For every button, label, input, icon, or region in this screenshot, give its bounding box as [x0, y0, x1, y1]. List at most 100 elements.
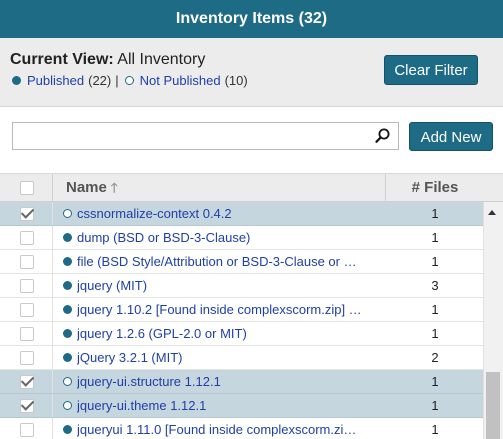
file-count: 1	[431, 374, 439, 389]
search-icon[interactable]	[374, 127, 392, 145]
item-name-link[interactable]: jqueryui 1.11.0 [Found inside complexsco…	[77, 418, 356, 439]
search-input[interactable]	[17, 126, 366, 148]
published-dot-icon	[63, 329, 72, 338]
not-published-dot-icon	[63, 401, 72, 410]
inventory-title: Inventory Items (32)	[0, 0, 503, 38]
file-count: 1	[431, 206, 439, 221]
row-divider	[52, 226, 53, 249]
file-count: 1	[431, 398, 439, 413]
name-cell: jquery-ui.structure 1.12.1	[63, 370, 383, 393]
row-checkbox[interactable]	[20, 423, 34, 437]
row-divider	[52, 322, 53, 345]
scroll-thumb[interactable]	[486, 372, 500, 439]
row-divider	[52, 202, 53, 225]
row-divider	[52, 250, 53, 273]
search-box	[12, 122, 399, 150]
current-view: Current View: All Inventory	[10, 51, 205, 69]
status-legend: Published (22) | Not Published (10)	[12, 73, 248, 88]
file-count: 2	[431, 350, 439, 365]
file-count: 1	[431, 326, 439, 341]
name-cell: jquery-ui.theme 1.12.1	[63, 394, 383, 417]
table-row[interactable]: jQuery 3.2.1 (MIT) 2	[0, 346, 483, 370]
table-row[interactable]: jquery-ui.structure 1.12.1 1	[0, 370, 483, 394]
scroll-up-arrow-icon[interactable]	[488, 210, 496, 215]
row-checkbox[interactable]	[20, 351, 34, 365]
name-cell: jqueryui 1.11.0 [Found inside complexsco…	[63, 418, 383, 439]
current-view-value: All Inventory	[117, 51, 206, 68]
filter-panel: Current View: All Inventory Published (2…	[0, 38, 503, 107]
item-name-link[interactable]: jQuery 3.2.1 (MIT)	[77, 346, 182, 369]
row-checkbox[interactable]	[20, 207, 34, 221]
row-checkbox[interactable]	[20, 399, 34, 413]
file-count: 1	[431, 230, 439, 245]
published-dot-icon	[63, 281, 72, 290]
item-name-link[interactable]: file (BSD Style/Attribution or BSD-3-Cla…	[77, 250, 357, 273]
not-published-dot-icon	[63, 209, 72, 218]
published-dot-icon	[63, 425, 72, 434]
item-name-link[interactable]: jquery-ui.structure 1.12.1	[77, 370, 221, 393]
row-divider	[52, 394, 53, 417]
row-divider	[52, 298, 53, 321]
clear-filter-button[interactable]: Clear Filter	[384, 55, 478, 85]
published-dot-icon	[63, 353, 72, 362]
sort-up-arrow-icon: 🡑	[110, 180, 118, 195]
legend-separator: |	[115, 73, 119, 88]
row-checkbox[interactable]	[20, 303, 34, 317]
row-divider	[52, 346, 53, 369]
published-dot-icon	[63, 257, 72, 266]
name-cell: jquery (MIT)	[63, 274, 383, 297]
name-column-header[interactable]: Name 🡑	[66, 174, 118, 202]
published-dot-icon	[63, 233, 72, 242]
row-divider	[52, 370, 53, 393]
inventory-grid: Name 🡑 # Files cssnormalize-context 0.4.2…	[0, 173, 503, 439]
file-count: 1	[431, 302, 439, 317]
current-view-label: Current View:	[10, 51, 114, 68]
header-divider	[52, 174, 53, 202]
table-row[interactable]: jquery-ui.theme 1.12.1 1	[0, 394, 483, 418]
published-filter-link[interactable]: Published	[27, 73, 84, 88]
grid-rows: cssnormalize-context 0.4.2 1 dump (BSD or …	[0, 202, 483, 439]
not-published-filter-link[interactable]: Not Published	[140, 73, 221, 88]
select-all-checkbox[interactable]	[20, 181, 34, 195]
table-row[interactable]: jquery 1.2.6 (GPL-2.0 or MIT) 1	[0, 322, 483, 346]
not-published-dot-icon	[63, 377, 72, 386]
file-count: 1	[431, 254, 439, 269]
grid-header: Name 🡑 # Files	[0, 173, 503, 202]
row-checkbox[interactable]	[20, 327, 34, 341]
file-count: 1	[431, 422, 439, 437]
vertical-scrollbar[interactable]	[483, 202, 503, 439]
published-dot-icon	[12, 76, 21, 85]
row-checkbox[interactable]	[20, 231, 34, 245]
table-row[interactable]: file (BSD Style/Attribution or BSD-3-Cla…	[0, 250, 483, 274]
name-cell: jquery 1.2.6 (GPL-2.0 or MIT)	[63, 322, 383, 345]
row-divider	[52, 274, 53, 297]
table-row[interactable]: jqueryui 1.11.0 [Found inside complexsco…	[0, 418, 483, 439]
item-name-link[interactable]: jquery (MIT)	[77, 274, 147, 297]
row-checkbox[interactable]	[20, 375, 34, 389]
not-published-dot-icon	[124, 76, 134, 85]
name-cell: jquery 1.10.2 [Found inside complexscorm…	[63, 298, 383, 321]
not-published-count: (10)	[224, 73, 248, 88]
table-row[interactable]: dump (BSD or BSD-3-Clause) 1	[0, 226, 483, 250]
item-name-link[interactable]: cssnormalize-context 0.4.2	[77, 202, 232, 225]
add-new-button[interactable]: Add New	[409, 122, 493, 151]
item-name-link[interactable]: jquery-ui.theme 1.12.1	[77, 394, 206, 417]
item-name-link[interactable]: jquery 1.10.2 [Found inside complexscorm…	[77, 298, 362, 321]
name-cell: cssnormalize-context 0.4.2	[63, 202, 383, 225]
file-count: 3	[431, 278, 439, 293]
name-cell: jQuery 3.2.1 (MIT)	[63, 346, 383, 369]
published-count: (22)	[88, 73, 112, 88]
table-row[interactable]: jquery 1.10.2 [Found inside complexscorm…	[0, 298, 483, 322]
item-name-link[interactable]: jquery 1.2.6 (GPL-2.0 or MIT)	[77, 322, 247, 345]
row-checkbox[interactable]	[20, 255, 34, 269]
row-checkbox[interactable]	[20, 279, 34, 293]
published-dot-icon	[63, 305, 72, 314]
files-column-header[interactable]: # Files	[385, 174, 485, 202]
name-cell: dump (BSD or BSD-3-Clause)	[63, 226, 383, 249]
item-name-link[interactable]: dump (BSD or BSD-3-Clause)	[77, 226, 250, 249]
table-row[interactable]: cssnormalize-context 0.4.2 1	[0, 202, 483, 226]
row-divider	[52, 418, 53, 439]
table-row[interactable]: jquery (MIT) 3	[0, 274, 483, 298]
name-column-label: Name	[66, 179, 107, 196]
name-cell: file (BSD Style/Attribution or BSD-3-Cla…	[63, 250, 383, 273]
